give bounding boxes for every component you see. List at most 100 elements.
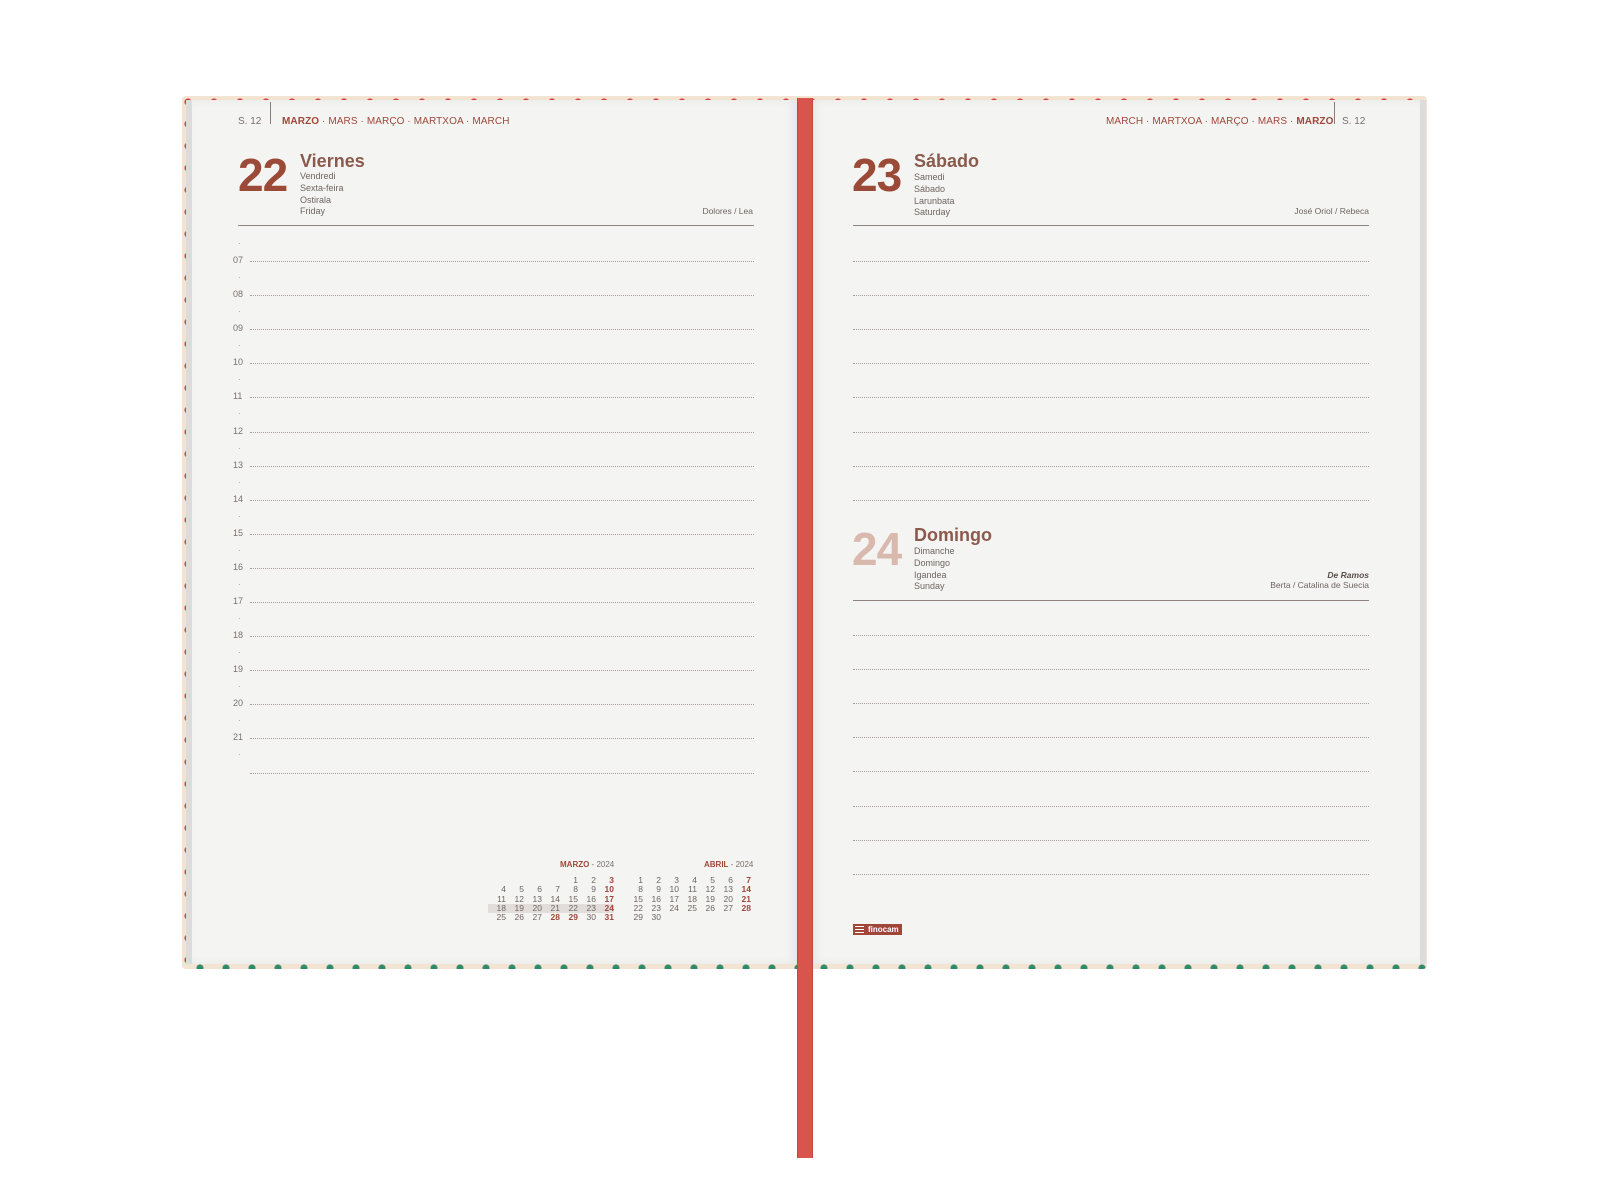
left-day-number: 22 — [238, 149, 288, 201]
right-day1-number: 23 — [852, 149, 902, 201]
calendar-april-year: - 2024 — [728, 860, 754, 869]
hour-line[interactable] — [250, 329, 754, 331]
calendar-day: 26 — [705, 902, 715, 913]
calendar-day: 27 — [532, 912, 542, 923]
writing-line[interactable] — [853, 703, 1369, 705]
finocam-logo: finocam — [853, 924, 902, 935]
writing-line[interactable] — [853, 805, 1369, 807]
writing-line[interactable] — [853, 669, 1369, 671]
hour-line[interactable] — [250, 567, 754, 569]
half-hour-mark: · — [238, 477, 241, 487]
calendar-march: 1 2 3 4 5 6 7 8 9 10 11 12 13 14 15 16 17 18 19 20 21 22 23 24 2… — [488, 875, 614, 923]
calendar-day: 25 — [496, 912, 506, 923]
hour-line[interactable] — [250, 533, 754, 535]
half-hour-mark: · — [238, 443, 241, 453]
left-page — [192, 100, 798, 964]
writing-line[interactable] — [853, 737, 1369, 739]
calendar-april-title: ABRIL - 2024 — [704, 860, 753, 869]
hour-line[interactable] — [250, 363, 754, 365]
hour-line[interactable] — [250, 499, 754, 501]
left-month-current: MARZO — [282, 116, 320, 127]
right-day1-translations: Samedi Sábado Larunbata Saturday — [914, 172, 955, 219]
writing-line[interactable] — [853, 329, 1369, 331]
hour-line[interactable] — [250, 738, 754, 740]
hour-line[interactable] — [250, 261, 754, 262]
right-week-number: S. 12 — [1342, 116, 1366, 127]
calendar-day — [697, 913, 715, 922]
calendar-day — [661, 913, 679, 922]
half-hour-mark: · — [238, 750, 241, 760]
hour-line[interactable] — [250, 295, 754, 297]
hour-line[interactable] — [250, 465, 754, 467]
right-month-translations: MARCH · MARTXOA · MARÇO · MARS · — [1106, 116, 1297, 127]
half-hour-mark: · — [238, 239, 241, 248]
half-hour-mark: · — [238, 579, 241, 589]
day-translation: Igandea — [914, 569, 947, 580]
right-day2-name: Domingo — [914, 525, 992, 545]
hour-label: 16 — [233, 561, 244, 572]
right-day2-feast: De Ramos — [1327, 570, 1369, 580]
hour-line[interactable] — [250, 704, 754, 706]
writing-line[interactable] — [853, 873, 1369, 875]
hour-line[interactable] — [250, 670, 754, 672]
writing-line[interactable] — [853, 635, 1369, 636]
calendar-march-month: MARZO — [560, 860, 590, 869]
right-month-names: MARCH · MARTXOA · MARÇO · MARS · MARZO — [1106, 116, 1334, 127]
hour-label: 07 — [233, 255, 244, 265]
bookmark-ribbon[interactable] — [797, 98, 813, 1158]
right-day1-rule — [853, 225, 1369, 226]
calendar-day: 29 — [633, 912, 643, 923]
day-translation: Larunbata — [914, 195, 955, 206]
hour-label: 08 — [233, 289, 244, 300]
half-hour-mark: · — [238, 273, 241, 282]
writing-line[interactable] — [853, 465, 1369, 467]
calendar-day: 25 — [687, 902, 697, 913]
writing-line[interactable] — [853, 261, 1369, 262]
hour-line[interactable] — [250, 602, 754, 603]
day-translation: Domingo — [914, 557, 951, 568]
left-saint: Dolores / Lea — [702, 206, 753, 216]
calendar-day: 28 — [741, 902, 751, 913]
hour-label: 21 — [233, 732, 244, 743]
calendar-march-title: MARZO - 2024 — [560, 860, 614, 869]
half-hour-mark: · — [238, 614, 241, 623]
right-day2-rule — [853, 600, 1369, 601]
hour-line[interactable] — [250, 431, 754, 433]
writing-line[interactable] — [853, 771, 1369, 773]
calendar-day: 30 — [651, 912, 661, 923]
writing-line[interactable] — [853, 363, 1369, 365]
hour-label: 15 — [233, 527, 244, 538]
writing-line[interactable] — [853, 295, 1369, 297]
hour-label: 12 — [233, 425, 244, 436]
writing-line[interactable] — [853, 431, 1369, 433]
hour-label: 17 — [233, 596, 244, 606]
calendar-day — [679, 913, 697, 922]
calendar-day: 30 — [586, 912, 596, 923]
day-translation: Sábado — [914, 183, 946, 194]
writing-line[interactable] — [853, 397, 1369, 399]
day-translation: Saturday — [914, 207, 951, 218]
calendar-march-year: - 2024 — [589, 860, 615, 869]
day-translation: Samedi — [914, 172, 945, 182]
hour-label: 20 — [233, 698, 244, 709]
calendar-day: 26 — [514, 912, 524, 923]
left-month-translations: · MARS · MARÇO · MARTXOA · MARCH — [319, 116, 510, 127]
hour-label: 18 — [233, 630, 244, 641]
half-hour-mark: · — [238, 341, 241, 351]
right-day2-saint-block: De Ramos Berta / Catalina de Suecia — [1169, 570, 1369, 590]
day-translation: Dimanche — [914, 546, 955, 556]
hour-line[interactable] — [250, 636, 754, 638]
writing-line[interactable] — [853, 499, 1369, 501]
hour-line[interactable] — [250, 397, 754, 399]
hour-label: 19 — [233, 664, 244, 675]
calendar-day: 29 — [568, 912, 578, 923]
day-translation: Sexta-feira — [300, 182, 344, 193]
hour-line[interactable] — [250, 772, 754, 774]
right-day1-name: Sábado — [914, 151, 980, 171]
right-month-current: MARZO — [1296, 116, 1334, 127]
left-month-names: MARZO · MARS · MARÇO · MARTXOA · MARCH — [282, 116, 510, 127]
half-hour-mark: · — [238, 648, 241, 658]
writing-line[interactable] — [853, 839, 1369, 841]
hour-label: 11 — [233, 391, 243, 402]
right-day1-saint: José Oriol / Rebeca — [1294, 206, 1369, 216]
